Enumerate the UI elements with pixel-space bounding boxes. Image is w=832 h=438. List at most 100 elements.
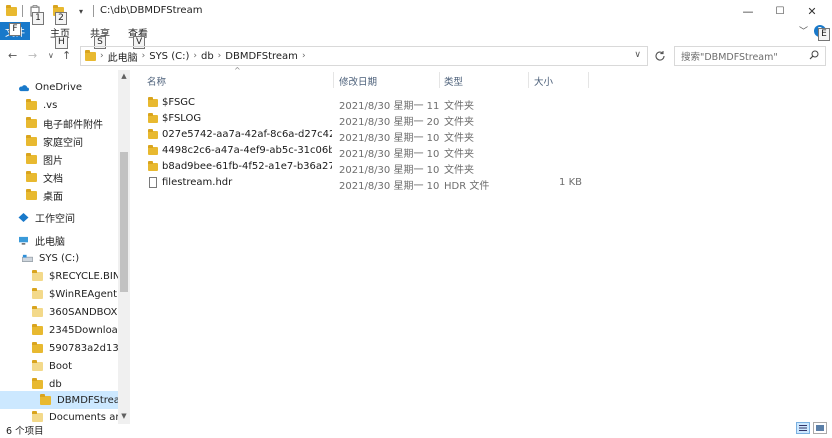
file-row-4498c2c6[interactable]: 4498c2c6-a47a-4ef9-ab5c-31c06bb0... 2021… [140, 143, 590, 160]
file-icon [149, 177, 157, 188]
large-icons-view-button[interactable] [813, 422, 827, 434]
nav-item-family-space[interactable]: 家庭空间 [0, 132, 118, 150]
scroll-up-icon[interactable]: ▲ [120, 72, 128, 80]
qat-separator [22, 5, 23, 17]
chevron-right-icon[interactable]: › [302, 51, 306, 61]
search-placeholder: 搜索"DBMDFStream" [681, 52, 778, 63]
keytip-expand: E [818, 28, 830, 41]
cloud-icon [19, 84, 29, 91]
nav-item-boot[interactable]: Boot [0, 357, 118, 375]
nav-item-documents[interactable]: 文档 [0, 168, 118, 186]
folder-icon [32, 323, 43, 335]
nav-item-email-attachments[interactable]: 电子邮件附件 [0, 114, 118, 132]
file-date: 2021/8/30 星期一 10:... [339, 181, 439, 192]
address-bar[interactable]: › 此电脑 › SYS (C:) › db › DBMDFStream › ∨ [80, 46, 648, 66]
file-name: $FSGC [162, 97, 196, 108]
column-divider[interactable] [333, 72, 334, 88]
file-row-filestream-hdr[interactable]: filestream.hdr 2021/8/30 星期一 10:... HDR … [140, 175, 590, 192]
nav-item-sys-c[interactable]: SYS (C:) [0, 249, 118, 267]
nav-item-2345downloads[interactable]: 2345Downloads [0, 321, 118, 339]
close-button[interactable]: ✕ [801, 3, 823, 19]
nav-item-recycle-bin[interactable]: $RECYCLE.BIN [0, 267, 118, 285]
file-type: 文件夹 [444, 101, 474, 112]
nav-item-vs[interactable]: .vs [0, 96, 118, 114]
column-divider[interactable] [588, 72, 589, 88]
file-type: 文件夹 [444, 149, 474, 160]
chevron-right-icon[interactable]: › [193, 51, 197, 61]
search-icon[interactable] [809, 50, 819, 63]
nav-item-winreagent[interactable]: $WinREAgent [0, 285, 118, 303]
forward-button[interactable]: → [28, 49, 37, 62]
nav-item-onedrive[interactable]: OneDrive [0, 78, 118, 96]
nav-item-590783a2d13e09[interactable]: 590783a2d13e09 [0, 339, 118, 357]
scroll-down-icon[interactable]: ▼ [120, 412, 128, 420]
maximize-button[interactable]: ☐ [769, 3, 791, 19]
file-row-027e5742[interactable]: 027e5742-aa7a-42af-8c6a-d27c4220... 2021… [140, 127, 590, 144]
column-divider[interactable] [528, 72, 529, 88]
back-button[interactable]: ← [8, 49, 17, 62]
details-view-button[interactable] [796, 422, 810, 434]
chevron-right-icon[interactable]: › [218, 51, 222, 61]
nav-item-label: 此电脑 [35, 236, 65, 248]
folder-icon [32, 377, 43, 389]
address-folder-icon [85, 49, 96, 61]
breadcrumb-dbmdfstream[interactable]: DBMDFStream [225, 51, 298, 62]
chevron-right-icon[interactable]: › [100, 51, 104, 61]
nav-item-label: $RECYCLE.BIN [49, 270, 118, 282]
tab-file[interactable]: 文件 F [0, 22, 30, 40]
up-button[interactable]: ↑ [62, 49, 71, 62]
nav-item-this-pc[interactable]: 此电脑 [0, 231, 118, 249]
file-row-fsgc[interactable]: $FSGC 2021/8/30 星期一 11:... 文件夹 [140, 95, 590, 112]
column-header-size[interactable]: 大小 [534, 74, 553, 88]
item-count: 6 个项目 [6, 426, 44, 437]
breadcrumb-sys-c[interactable]: SYS (C:) [149, 51, 189, 62]
properties-button[interactable]: 1 [28, 4, 44, 25]
column-header-date[interactable]: 修改日期 [339, 74, 377, 88]
file-row-fslog[interactable]: $FSLOG 2021/8/30 星期一 20:... 文件夹 [140, 111, 590, 128]
nav-item-pictures[interactable]: 图片 [0, 150, 118, 168]
nav-item-workspace[interactable]: 工作空间 [0, 208, 118, 226]
folder-icon [32, 305, 43, 317]
nav-scrollbar[interactable]: ▲ ▼ [118, 70, 130, 424]
tab-view[interactable]: 查看 V [128, 25, 148, 49]
folder-icon [26, 188, 37, 200]
qat-customize-button[interactable]: ▾ [74, 4, 88, 18]
column-header-name[interactable]: 名称 [147, 74, 166, 88]
minimize-button[interactable]: — [737, 3, 759, 19]
column-header-type[interactable]: 类型 [444, 74, 463, 88]
folder-icon [26, 152, 37, 164]
file-row-b8ad9bee[interactable]: b8ad9bee-61fb-4f52-a1e7-b36a27b... 2021/… [140, 159, 590, 176]
ribbon-expand-button[interactable]: ﹀ [799, 24, 808, 37]
drive-icon [22, 254, 33, 262]
recent-locations-button[interactable]: ∨ [48, 51, 54, 60]
folder-icon [148, 113, 158, 123]
nav-item-360sandbox[interactable]: 360SANDBOX [0, 303, 118, 321]
file-type: 文件夹 [444, 117, 474, 128]
nav-item-label: db [49, 378, 62, 390]
column-divider[interactable] [439, 72, 440, 88]
nav-item-label: 桌面 [43, 191, 63, 203]
sort-ascending-icon: ^ [234, 66, 241, 75]
window-title: C:\db\DBMDFStream [100, 5, 203, 16]
breadcrumb-this-pc[interactable]: 此电脑 [108, 49, 138, 64]
nav-item-label: $WinREAgent [49, 288, 118, 300]
search-input[interactable]: 搜索"DBMDFStream" [674, 46, 826, 66]
chevron-right-icon[interactable]: › [142, 51, 146, 61]
tab-home[interactable]: 主页 H [50, 25, 70, 49]
file-size: 1 KB [559, 177, 582, 188]
quick-access-toolbar: 1 2 ▾ [6, 4, 96, 25]
nav-item-label: OneDrive [35, 81, 83, 93]
nav-item-desktop[interactable]: 桌面 [0, 186, 118, 204]
nav-item-label: 电子邮件附件 [43, 119, 103, 131]
scrollbar-thumb[interactable] [120, 152, 128, 292]
folder-icon [26, 98, 37, 110]
nav-item-dbmdfstream[interactable]: DBMDFStream [0, 391, 118, 409]
new-folder-button[interactable]: 2 [51, 4, 67, 25]
ribbon-tabs: 文件 F 主页 H 共享 S 查看 V ﹀ ? E [0, 22, 832, 49]
refresh-button[interactable] [650, 46, 670, 66]
breadcrumb-db[interactable]: db [201, 51, 214, 62]
file-date: 2021/8/30 星期一 11:... [339, 101, 439, 112]
address-dropdown-button[interactable]: ∨ [634, 50, 641, 60]
tab-share[interactable]: 共享 S [90, 25, 110, 49]
nav-item-label: DBMDFStream [57, 394, 118, 406]
